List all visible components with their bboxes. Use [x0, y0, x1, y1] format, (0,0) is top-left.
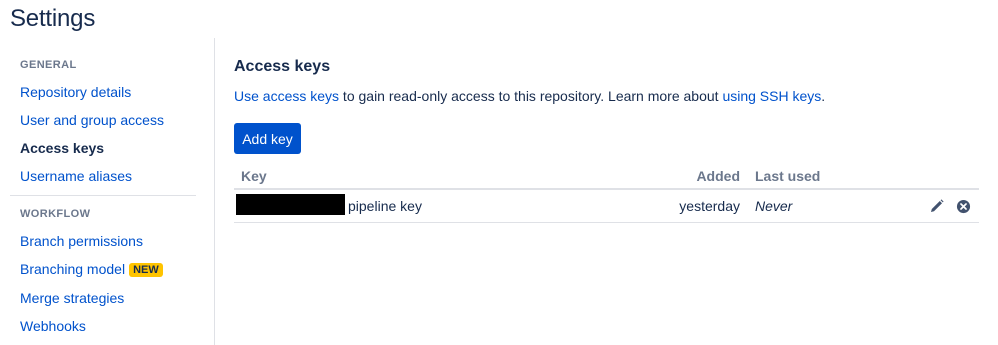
table-row: pipeline key yesterday Never	[234, 190, 979, 223]
settings-sidebar: GENERAL Repository details User and grou…	[0, 38, 215, 345]
description-text: to gain read-only access to this reposit…	[339, 88, 723, 104]
table-header: Key Added Last used	[234, 166, 979, 190]
sidebar-item-branch-permissions[interactable]: Branch permissions	[20, 233, 143, 249]
description: Use access keys to gain read-only access…	[234, 88, 825, 104]
sidebar-divider	[10, 195, 196, 196]
column-header-last-used: Last used	[755, 168, 821, 184]
sidebar-item-branching-model[interactable]: Branching model NEW	[20, 261, 163, 277]
section-heading-general: GENERAL	[20, 59, 77, 71]
access-keys-help-link[interactable]: Use access keys	[234, 88, 339, 104]
added-value: yesterday	[679, 198, 740, 214]
section-title: Access keys	[234, 58, 331, 75]
last-used-value: Never	[755, 198, 793, 214]
key-label: pipeline key	[348, 198, 422, 214]
sidebar-item-webhooks[interactable]: Webhooks	[20, 318, 86, 334]
sidebar-item-user-and-group-access[interactable]: User and group access	[20, 112, 164, 128]
description-text-end: .	[821, 88, 826, 104]
column-header-key: Key	[241, 168, 267, 184]
redacted-key-value	[236, 194, 345, 215]
sidebar-item-access-keys[interactable]: Access keys	[20, 140, 104, 156]
new-badge: NEW	[129, 263, 163, 277]
sidebar-item-repository-details[interactable]: Repository details	[20, 84, 131, 100]
close-circle-icon[interactable]	[955, 198, 971, 214]
column-header-added: Added	[696, 168, 740, 184]
sidebar-item-merge-strategies[interactable]: Merge strategies	[20, 290, 124, 306]
ssh-keys-help-link[interactable]: using SSH keys	[722, 88, 821, 104]
sidebar-item-label: Branching model	[20, 261, 126, 277]
page-title: Settings	[10, 5, 96, 32]
main-content: Access keys Use access keys to gain read…	[234, 0, 979, 345]
sidebar-item-username-aliases[interactable]: Username aliases	[20, 168, 132, 184]
pencil-icon[interactable]	[929, 198, 945, 214]
add-key-button[interactable]: Add key	[234, 123, 301, 154]
section-heading-workflow: WORKFLOW	[20, 208, 91, 220]
